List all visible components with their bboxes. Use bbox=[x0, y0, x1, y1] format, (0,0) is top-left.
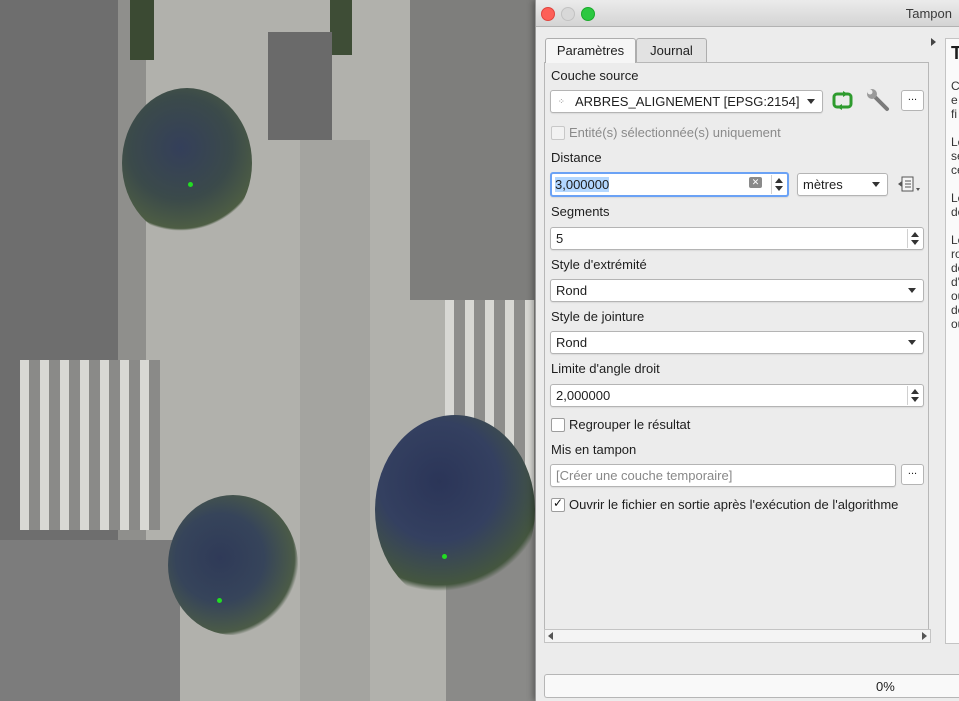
chevron-down-icon bbox=[908, 288, 916, 293]
source-layer-combo[interactable]: ⁘ ARBRES_ALIGNEMENT [EPSG:2154] bbox=[550, 90, 823, 113]
road-right-top bbox=[410, 0, 535, 300]
segments-input[interactable]: 5 bbox=[550, 227, 924, 250]
output-more-button[interactable]: ... bbox=[901, 464, 924, 485]
distance-unit-combo[interactable]: mètres bbox=[797, 173, 888, 196]
tab-parametres[interactable]: Paramètres bbox=[545, 38, 636, 63]
dissolve-checkbox[interactable] bbox=[551, 418, 565, 432]
help-line: ou bbox=[951, 289, 959, 303]
crosswalk-left bbox=[20, 360, 160, 530]
help-line: Le bbox=[951, 191, 959, 205]
dark-strip-1 bbox=[130, 0, 154, 60]
segments-value: 5 bbox=[556, 231, 564, 246]
parameters-panel: Couche source ⁘ ARBRES_ALIGNEMENT [EPSG:… bbox=[544, 62, 929, 631]
tab-journal[interactable]: Journal bbox=[636, 38, 707, 62]
chevron-down-icon bbox=[872, 182, 880, 187]
miter-label: Limite d'angle droit bbox=[551, 361, 660, 376]
minimize-window-button[interactable] bbox=[561, 7, 575, 21]
distance-label: Distance bbox=[551, 150, 602, 165]
miter-value: 2,000000 bbox=[556, 388, 611, 403]
segments-stepper[interactable] bbox=[907, 229, 922, 248]
help-text: Cefi Lesece Lede Leroded'oudeou bbox=[951, 79, 959, 331]
progress-bar: 0% bbox=[544, 674, 959, 698]
help-heading: T bbox=[951, 43, 959, 64]
help-line: C bbox=[951, 79, 959, 93]
help-line: d' bbox=[951, 275, 959, 289]
wrench-icon[interactable] bbox=[866, 89, 892, 113]
source-label: Couche source bbox=[551, 68, 639, 83]
data-defined-override-icon[interactable] bbox=[897, 175, 923, 193]
tree-3 bbox=[375, 415, 535, 605]
help-line: de bbox=[951, 303, 959, 317]
miter-input[interactable]: 2,000000 bbox=[550, 384, 924, 407]
dissolve-label: Regrouper le résultat bbox=[569, 417, 691, 432]
more-label: ... bbox=[907, 91, 918, 103]
scroll-right-icon[interactable] bbox=[922, 632, 927, 640]
help-line: de bbox=[951, 205, 959, 219]
distance-value: 3,000000 bbox=[555, 177, 610, 192]
help-line bbox=[951, 219, 959, 233]
join-label: Style de jointure bbox=[551, 309, 645, 324]
chevron-down-icon bbox=[908, 340, 916, 345]
help-line: e bbox=[951, 93, 958, 107]
tree-point[interactable] bbox=[442, 554, 447, 559]
output-placeholder: [Créer une couche temporaire] bbox=[556, 468, 733, 483]
distance-input[interactable]: 3,000000 ✕ bbox=[550, 172, 789, 197]
refresh-icon[interactable] bbox=[831, 90, 855, 112]
title-bar: Tampon bbox=[536, 0, 959, 27]
help-line: se bbox=[951, 149, 959, 163]
output-label: Mis en tampon bbox=[551, 442, 637, 457]
dark-strip-2 bbox=[330, 0, 352, 55]
join-value: Rond bbox=[556, 335, 588, 350]
close-window-button[interactable] bbox=[541, 7, 555, 21]
panel-collapse-arrow-icon[interactable] bbox=[931, 38, 936, 46]
source-layer-value: ARBRES_ALIGNEMENT [EPSG:2154] bbox=[575, 94, 800, 109]
roof-block bbox=[268, 32, 332, 140]
selected-only-checkbox[interactable] bbox=[551, 126, 565, 140]
horizontal-scrollbar[interactable] bbox=[544, 629, 931, 643]
tree-1 bbox=[122, 88, 252, 238]
help-line: Le bbox=[951, 135, 959, 149]
open-output-checkbox[interactable] bbox=[551, 496, 565, 512]
source-more-button[interactable]: ... bbox=[901, 90, 924, 111]
help-line: fi bbox=[951, 107, 957, 121]
window-title: Tampon bbox=[905, 6, 952, 21]
more-label: ... bbox=[907, 465, 918, 477]
open-output-label: Ouvrir le fichier en sortie après l'exéc… bbox=[569, 497, 899, 512]
selected-only-label: Entité(s) sélectionnée(s) uniquement bbox=[569, 125, 781, 140]
map-canvas[interactable] bbox=[0, 0, 535, 701]
tree-2 bbox=[168, 495, 298, 635]
output-input[interactable]: [Créer une couche temporaire] bbox=[550, 464, 896, 487]
chevron-down-icon bbox=[807, 99, 815, 104]
tree-point[interactable] bbox=[217, 598, 222, 603]
distance-stepper[interactable] bbox=[771, 175, 786, 194]
end-cap-label: Style d'extrémité bbox=[551, 257, 647, 272]
end-cap-value: Rond bbox=[556, 283, 588, 298]
help-line bbox=[951, 121, 959, 135]
segments-label: Segments bbox=[551, 204, 610, 219]
help-line: ro bbox=[951, 247, 959, 261]
scroll-left-icon[interactable] bbox=[548, 632, 553, 640]
help-line bbox=[951, 177, 959, 191]
zoom-window-button[interactable] bbox=[581, 7, 595, 21]
tab-label: Paramètres bbox=[556, 43, 625, 58]
road-bottom bbox=[0, 540, 180, 701]
tab-label: Journal bbox=[650, 43, 693, 58]
end-cap-combo[interactable]: Rond bbox=[550, 279, 924, 302]
progress-text: 0% bbox=[876, 679, 895, 694]
help-line: de bbox=[951, 261, 959, 275]
help-panel: T Cefi Lesece Lede Leroded'oudeou bbox=[945, 38, 959, 644]
miter-stepper[interactable] bbox=[907, 386, 922, 405]
tram-rail bbox=[300, 140, 370, 701]
join-combo[interactable]: Rond bbox=[550, 331, 924, 354]
help-line: ou bbox=[951, 317, 959, 331]
tree-point[interactable] bbox=[188, 182, 193, 187]
help-line: Le bbox=[951, 233, 959, 247]
point-layer-icon: ⁘ bbox=[558, 97, 565, 106]
help-line: ce bbox=[951, 163, 959, 177]
clear-icon[interactable]: ✕ bbox=[749, 177, 762, 188]
distance-unit-value: mètres bbox=[803, 177, 843, 192]
